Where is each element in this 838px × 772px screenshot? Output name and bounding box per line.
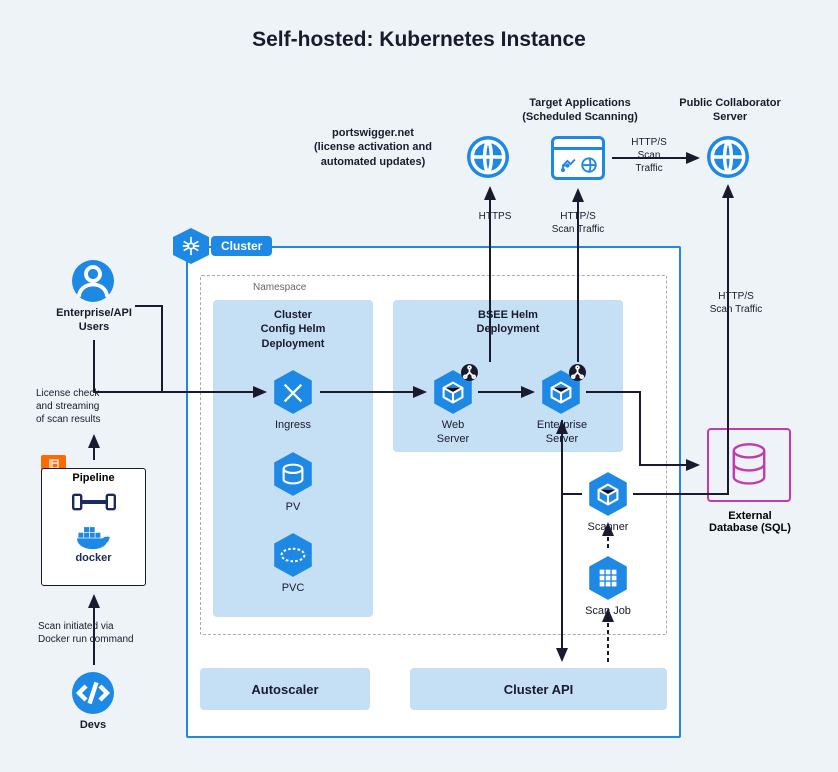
network-badge-icon <box>569 364 586 381</box>
scanner-label: Scanner <box>573 520 643 534</box>
web-server-label: WebServer <box>418 418 488 447</box>
browser-icon <box>551 136 605 180</box>
target-apps-label: Target Applications(Scheduled Scanning) <box>510 96 650 125</box>
cluster-tag: Cluster <box>173 228 272 264</box>
enterprise-server-label: EnterpriseServer <box>526 418 598 447</box>
scanner-icon <box>587 470 629 518</box>
pvc-label: PVC <box>258 581 328 595</box>
database-icon <box>707 428 791 502</box>
diagram-title: Self-hosted: Kubernetes Instance <box>0 28 838 52</box>
docker-label: docker <box>42 552 145 564</box>
pipeline-title: Pipeline <box>42 472 145 484</box>
dumbbell-icon <box>70 488 118 516</box>
http-scan-traffic-label-1: HTTP/SScan Traffic <box>538 210 618 236</box>
users-label: Enterprise/APIUsers <box>46 306 142 335</box>
globe-icon <box>467 136 509 178</box>
scan-init-label: Scan initiated viaDocker run command <box>38 620 148 646</box>
pvc-icon <box>272 531 314 579</box>
globe-icon <box>707 136 749 178</box>
enterprise-server-icon <box>540 368 582 416</box>
https-label: HTTPS <box>470 210 520 223</box>
user-icon <box>72 260 114 302</box>
scan-job-icon <box>587 554 629 602</box>
ingress-icon <box>272 368 314 416</box>
namespace-label: Namespace <box>253 282 306 293</box>
docker-icon <box>71 520 117 554</box>
devs-label: Devs <box>60 718 126 732</box>
code-icon <box>72 672 114 714</box>
pv-label: PV <box>258 500 328 514</box>
autoscaler-panel: Autoscaler <box>200 668 370 710</box>
pv-icon <box>272 450 314 498</box>
http-scan-traffic-label-3: HTTP/SScan Traffic <box>696 290 776 316</box>
cluster-label: Cluster <box>211 236 272 256</box>
kubernetes-icon <box>173 228 209 264</box>
http-scan-traffic-label-2: HTTP/SScanTraffic <box>619 136 679 175</box>
config-helm-title: ClusterConfig HelmDeployment <box>213 300 373 351</box>
license-check-label: License checkand streamingof scan result… <box>36 387 150 426</box>
collaborator-label: Public CollaboratorServer <box>665 96 795 125</box>
external-db-label: ExternalDatabase (SQL) <box>690 510 810 534</box>
web-server-icon <box>432 368 474 416</box>
ingress-label: Ingress <box>258 418 328 432</box>
pipeline-box: Pipeline docker <box>41 468 146 586</box>
scan-job-label: Scan Job <box>573 604 643 618</box>
cluster-api-panel: Cluster API <box>410 668 667 710</box>
network-badge-icon <box>461 364 478 381</box>
bsee-helm-title: BSEE HelmDeployment <box>393 300 623 337</box>
portswigger-label: portswigger.net(license activation andau… <box>283 126 463 169</box>
